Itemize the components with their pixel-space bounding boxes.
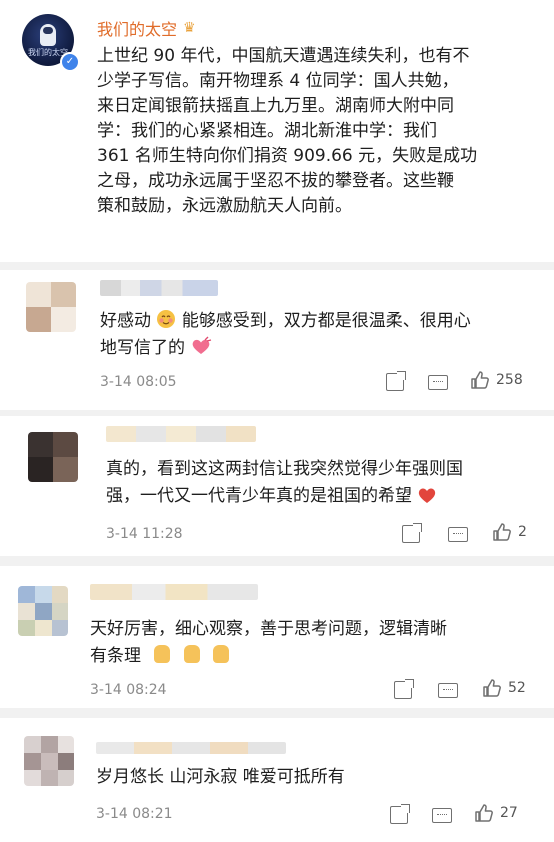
like-button[interactable]: 258 [470,370,523,390]
like-icon [471,371,489,389]
commenter-name-blurred[interactable] [90,584,258,600]
like-count: 2 [518,524,527,540]
comment-text-part: 强，一代又一代青少年真的是祖国的希望 [106,486,412,506]
like-count: 52 [508,680,526,696]
like-count: 258 [496,372,523,388]
crown-icon: ♛ [183,20,196,36]
comment-icon [432,808,452,823]
post-body: 上世纪 90 年代，中国航天遭遇连续失利，也有不 少学子写信。南开物理系 4 位… [97,46,478,216]
comment-time: 3-14 11:28 [106,526,183,542]
section-divider [0,262,554,270]
thumbs-up-emoji-icon [154,645,171,663]
comment-icon [438,683,458,698]
comment-time: 3-14 08:21 [96,806,173,822]
astronaut-visor [43,27,53,34]
comment-text-part: 有条理 [90,646,141,666]
reply-button[interactable] [428,375,448,390]
thumbs-up-emoji-icon [213,645,230,663]
heart-gift-icon [193,336,212,354]
comment-time: 3-14 08:24 [90,682,167,698]
comment-text-part: 天好厉害，细心观察，善于思考问题，逻辑清晰 [90,619,447,639]
comment-text-part: 能够感受到，双方都是很温柔、很用心 [181,311,471,331]
reply-button[interactable] [432,808,452,823]
reply-button[interactable] [448,527,468,542]
comment-text: 岁月悠长 山河永寂 唯爱可抵所有 [96,767,345,787]
commenter-name-blurred[interactable] [106,426,256,442]
share-button[interactable] [386,371,406,391]
commenter-name-blurred[interactable] [96,742,286,754]
commenter-name-blurred[interactable] [100,280,218,296]
like-icon [493,523,511,541]
like-button[interactable]: 2 [492,522,527,542]
comment-text: 天好厉害，细心观察，善于思考问题，逻辑清晰 有条理 [90,616,540,670]
commenter-avatar[interactable] [24,736,74,786]
comment-time: 3-14 08:05 [100,374,177,390]
comment-text-part: 好感动 [100,311,151,331]
blush-emoji-icon [157,310,176,328]
share-icon [394,679,414,699]
author-name[interactable]: 我们的太空 [97,16,177,40]
comment-item: 天好厉害，细心观察，善于思考问题，逻辑清晰 有条理 3-14 08:24 52 [0,566,554,708]
comment-text-part: 地写信了的 [100,338,185,358]
share-icon [402,523,422,543]
section-divider [0,556,554,566]
author-row: 我们的太空 ♛ [97,16,196,40]
red-heart-icon [419,488,436,503]
comment-icon [428,375,448,390]
share-button[interactable] [402,523,422,543]
comment-item: 好感动 能够感受到，双方都是很温柔、很用心 地写信了的 3-14 08:05 2… [0,270,554,410]
comment-text-part: 真的，看到这这两封信让我突然觉得少年强则国 [106,459,463,479]
comment-item: 真的，看到这这两封信让我突然觉得少年强则国 强，一代又一代青少年真的是祖国的希望… [0,416,554,556]
comment-text: 好感动 能够感受到，双方都是很温柔、很用心 地写信了的 [100,308,540,362]
comment-icon [448,527,468,542]
like-icon [483,679,501,697]
commenter-avatar[interactable] [26,282,76,332]
comment-item: 岁月悠长 山河永寂 唯爱可抵所有 3-14 08:21 27 [0,718,554,842]
section-divider [0,708,554,718]
commenter-avatar[interactable] [28,432,78,482]
like-button[interactable]: 27 [474,803,518,823]
like-count: 27 [500,805,518,821]
reply-button[interactable] [438,683,458,698]
share-icon [390,804,410,824]
share-button[interactable] [390,804,410,824]
comment-text: 真的，看到这这两封信让我突然觉得少年强则国 强，一代又一代青少年真的是祖国的希望 [106,456,546,510]
like-button[interactable]: 52 [482,678,526,698]
thumbs-up-emoji-icon [183,645,200,663]
verified-icon: ✓ [60,52,80,72]
commenter-avatar[interactable] [18,586,68,636]
like-icon [475,804,493,822]
original-post: 我们的太空 ✓ 我们的太空 ♛ 上世纪 90 年代，中国航天遭遇连续失利，也有不… [0,0,554,262]
share-button[interactable] [394,679,414,699]
share-icon [386,371,406,391]
